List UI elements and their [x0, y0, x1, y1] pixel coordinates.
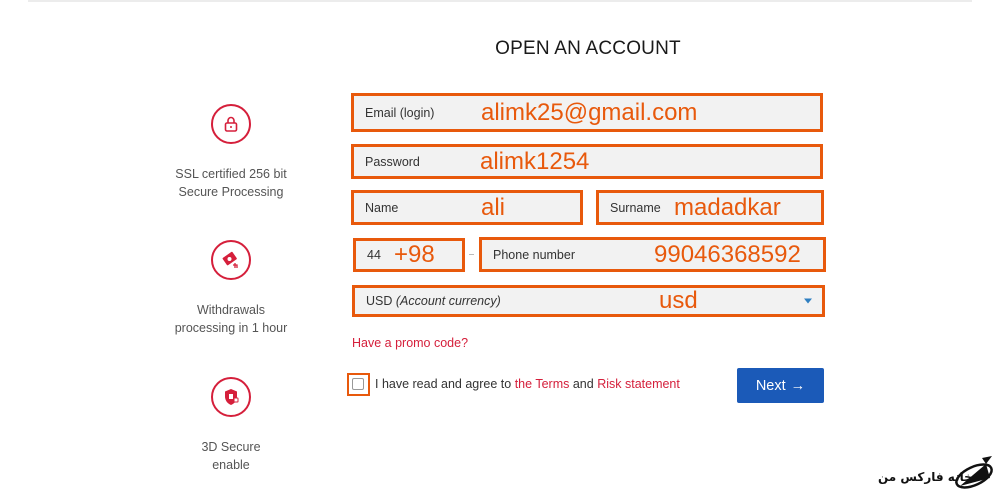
surname-field[interactable]: Surname madadkar — [596, 190, 824, 225]
feature-3d-secure-text: 3D Secure enable — [150, 438, 312, 474]
next-button[interactable]: Next → — [737, 368, 824, 403]
next-button-label: Next — [755, 377, 786, 394]
agreement-and: and — [572, 377, 594, 391]
surname-label: Surname — [610, 200, 661, 215]
feature-ssl-line1: SSL certified 256 bit — [175, 167, 287, 181]
currency-label: USD (Account currency) — [366, 294, 501, 308]
feature-withdrawals-line2: processing in 1 hour — [174, 321, 288, 335]
agreement-text: I have read and agree to the Terms and R… — [375, 377, 680, 391]
phone-number-field[interactable]: Phone number 99046368592 — [479, 237, 826, 272]
phone-code-label: 44 — [367, 248, 381, 262]
name-label: Name — [365, 200, 399, 215]
phone-code-value: +98 — [394, 241, 435, 268]
currency-code: USD — [366, 294, 393, 308]
chevron-down-icon[interactable] — [804, 298, 812, 304]
currency-select[interactable]: USD (Account currency) usd — [352, 285, 825, 317]
agreement-prefix: I have read and agree to — [375, 377, 512, 391]
agree-checkbox[interactable] — [352, 378, 364, 390]
money-withdrawal-icon — [211, 240, 251, 280]
name-value: ali — [481, 193, 506, 221]
lock-icon — [211, 104, 251, 144]
feature-ssl-text: SSL certified 256 bit Secure Processing — [150, 165, 312, 201]
feature-withdrawals-text: Withdrawals processing in 1 hour — [150, 301, 312, 337]
promo-code-link[interactable]: Have a promo code? — [352, 336, 468, 350]
email-field[interactable]: Email (login) alimk25@gmail.com — [351, 93, 823, 132]
feature-ssl: SSL certified 256 bit Secure Processing — [150, 104, 312, 201]
risk-statement-link[interactable]: Risk statement — [597, 377, 680, 391]
feature-3d-secure: 3D Secure enable — [150, 377, 312, 474]
feature-3d-secure-line2: enable — [212, 458, 250, 472]
feature-ssl-line2: Secure Processing — [178, 185, 284, 199]
terms-link[interactable]: the Terms — [515, 377, 570, 391]
password-label: Password — [365, 154, 420, 169]
currency-hint: (Account currency) — [395, 294, 501, 308]
name-field[interactable]: Name ali — [351, 190, 583, 225]
feature-3d-secure-line1: 3D Secure — [201, 440, 261, 454]
watermark-logo-icon — [955, 456, 993, 489]
feature-withdrawals: Withdrawals processing in 1 hour — [150, 240, 312, 337]
password-value: alimk1254 — [480, 147, 590, 175]
arrow-right-icon: → — [790, 377, 806, 394]
phone-number-label: Phone number — [493, 247, 576, 262]
phone-separator — [469, 254, 474, 255]
top-divider — [28, 0, 972, 2]
password-field[interactable]: Password alimk1254 — [351, 144, 823, 179]
email-value: alimk25@gmail.com — [481, 98, 698, 126]
email-label: Email (login) — [365, 105, 435, 120]
secure-shield-icon — [211, 377, 251, 417]
phone-code-field[interactable]: 44 +98 — [353, 238, 465, 272]
phone-number-value: 99046368592 — [654, 240, 801, 268]
page-title: OPEN AN ACCOUNT — [495, 38, 681, 59]
surname-value: madadkar — [674, 193, 781, 221]
agree-checkbox-highlight — [347, 373, 370, 396]
feature-withdrawals-line1: Withdrawals — [196, 303, 266, 317]
currency-value: usd — [659, 287, 698, 314]
